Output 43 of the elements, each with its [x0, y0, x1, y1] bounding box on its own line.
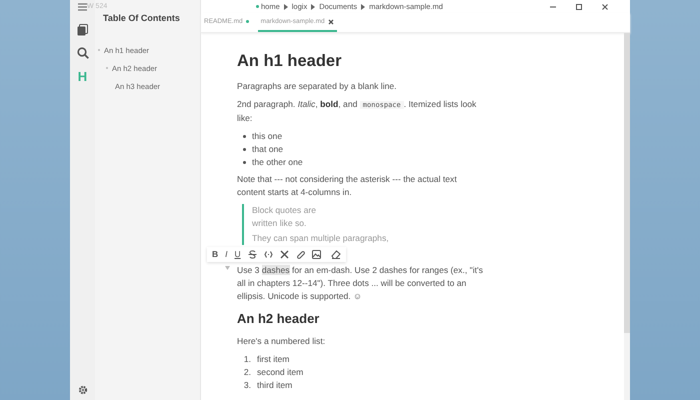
- quote-text: Block quotes are written like so.: [252, 204, 318, 230]
- format-button[interactable]: U: [234, 249, 241, 260]
- chevron-icon: [284, 4, 288, 10]
- list-number: 2.: [243, 366, 251, 379]
- list-item: this one: [252, 130, 282, 143]
- close-icon[interactable]: [328, 18, 334, 24]
- format-button[interactable]: B: [212, 249, 218, 260]
- menu-icon[interactable]: [78, 3, 87, 11]
- close-icon[interactable]: [601, 2, 609, 10]
- list-item: third item: [257, 379, 292, 392]
- heading: An h1 header: [237, 51, 343, 71]
- paragraph: Use 3 dashes for an em-dash. Use 2 dashes for ranges (ex., "it's all in chapters 12--14"). Three dots ... will be converted to an ellipsis. Unicode is supported. ☺: [237, 264, 484, 303]
- settings-icon[interactable]: [78, 385, 88, 395]
- link-icon[interactable]: [296, 250, 305, 259]
- clear-format-icon[interactable]: [280, 250, 289, 259]
- list-item: first item: [257, 353, 290, 366]
- format-button[interactable]: I: [225, 249, 228, 260]
- eraser-icon[interactable]: [330, 250, 341, 259]
- paragraph: Here's a numbered list:: [237, 335, 326, 348]
- bullet-icon: [243, 161, 246, 164]
- heading: An h2 header: [237, 311, 320, 327]
- sidebar-title: Table Of Contents: [102, 12, 181, 25]
- maximize-icon[interactable]: [575, 2, 583, 10]
- bullet-icon: [243, 135, 246, 138]
- status-dot: [256, 5, 259, 8]
- list-number: 3.: [243, 379, 251, 392]
- paragraph-marker-icon[interactable]: [225, 266, 230, 270]
- quote-text: They can span multiple paragraphs,: [252, 232, 390, 245]
- list-number: 1.: [243, 353, 251, 366]
- search-icon[interactable]: [76, 47, 88, 59]
- image-icon[interactable]: [312, 250, 321, 259]
- chevron-icon: [311, 4, 316, 10]
- bullet-icon: [243, 148, 246, 151]
- files-icon[interactable]: [77, 24, 88, 36]
- code-icon[interactable]: [264, 250, 273, 259]
- strikethrough-icon[interactable]: [248, 250, 257, 259]
- chevron-icon: [361, 4, 366, 10]
- list-item: the other one: [252, 156, 303, 169]
- paragraph: Paragraphs are separated by a blank line.: [237, 80, 398, 93]
- list-item: second item: [257, 366, 304, 379]
- paragraph: Note that --- not considering the asterisk --- the actual text content starts at 4-columns in.: [237, 173, 458, 199]
- list-item: that one: [252, 143, 284, 156]
- scrollbar-thumb[interactable]: [624, 33, 630, 333]
